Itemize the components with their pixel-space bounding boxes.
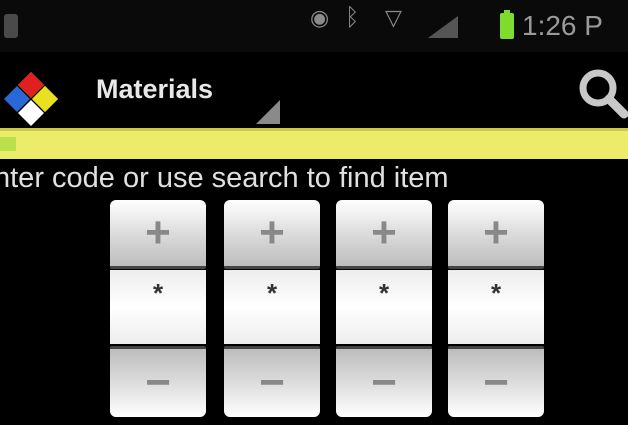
- notification-icon: [4, 14, 18, 38]
- eye-icon: ◉: [310, 5, 330, 30]
- code-digit: *: [448, 270, 544, 344]
- decrement-button[interactable]: −: [110, 346, 206, 417]
- increment-button[interactable]: +: [110, 200, 206, 269]
- code-wheel-4: + * −: [448, 200, 544, 417]
- page-title[interactable]: Materials: [96, 74, 213, 105]
- wifi-icon: ▽: [385, 5, 402, 30]
- code-digit: *: [336, 270, 432, 344]
- signal-icon: [428, 16, 458, 38]
- status-time: 1:26 P: [522, 10, 603, 41]
- status-bar: ◉ ᛒ ▽ 1:26 P: [0, 0, 628, 52]
- hazard-diamond-icon[interactable]: [0, 68, 62, 130]
- code-wheel-1: + * −: [110, 200, 206, 417]
- battery-icon: [500, 10, 514, 39]
- code-wheel-3: + * −: [336, 200, 432, 417]
- decrement-button[interactable]: −: [224, 346, 320, 417]
- code-digit: *: [110, 270, 206, 344]
- bluetooth-icon: ᛒ: [345, 4, 360, 31]
- increment-button[interactable]: +: [224, 200, 320, 269]
- action-bar: [0, 52, 628, 130]
- instruction-text: nter code or use search to find item: [0, 162, 449, 194]
- code-wheel-2: + * −: [224, 200, 320, 417]
- code-digit: *: [224, 270, 320, 344]
- increment-button[interactable]: +: [336, 200, 432, 269]
- dropdown-indicator-icon[interactable]: [256, 100, 280, 124]
- decrement-button[interactable]: −: [336, 346, 432, 417]
- increment-button[interactable]: +: [448, 200, 544, 269]
- search-icon[interactable]: [572, 62, 628, 122]
- highlight-bar: [0, 128, 628, 159]
- decrement-button[interactable]: −: [448, 346, 544, 417]
